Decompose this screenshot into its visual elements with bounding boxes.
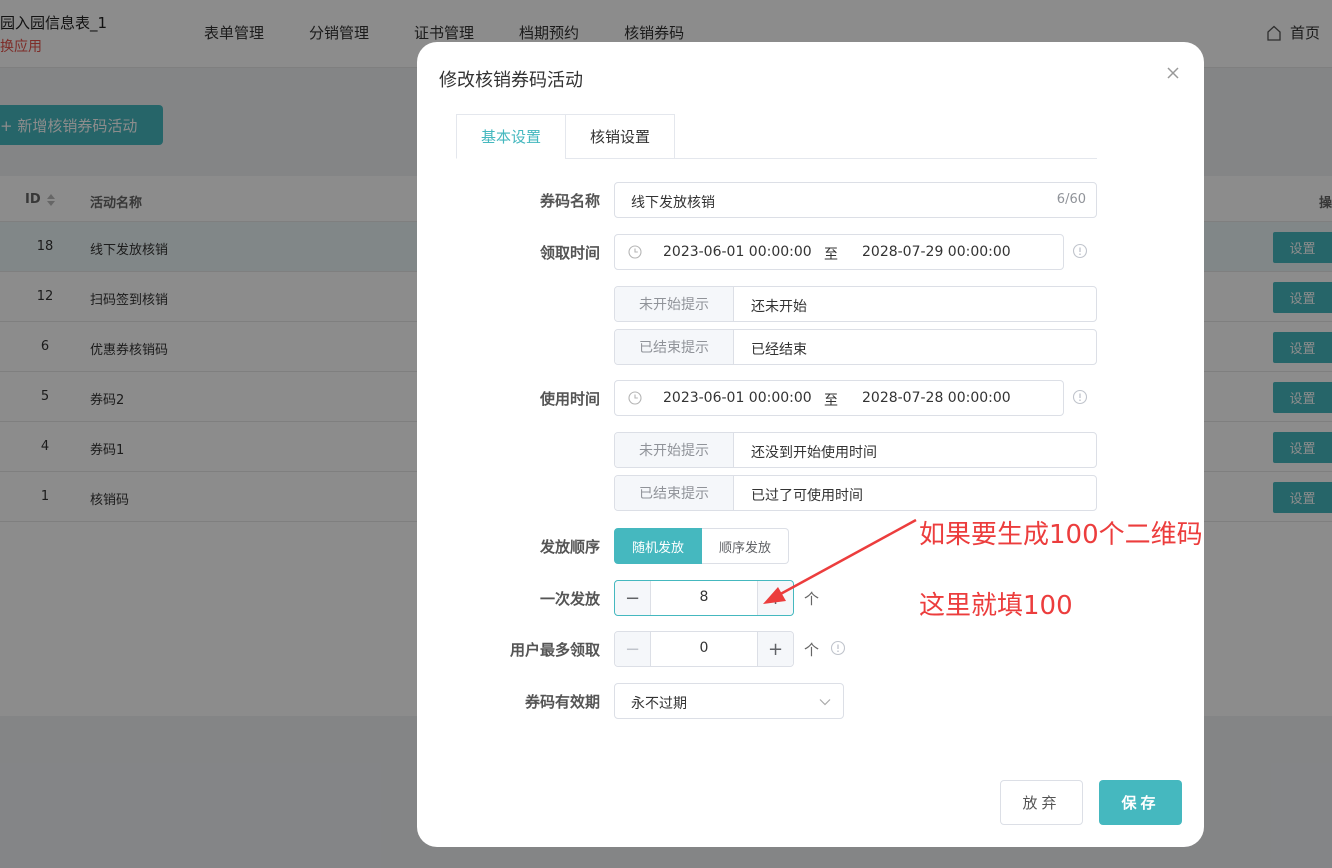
user-max-label: 用户最多领取	[509, 641, 600, 659]
user-max-unit: 个	[804, 641, 820, 659]
close-icon[interactable]	[1164, 64, 1182, 82]
dialog-title: 修改核销券码活动	[439, 70, 583, 91]
code-name-input[interactable]: 线下发放核销 6/60	[614, 182, 1097, 218]
clock-icon	[628, 245, 642, 259]
code-name-value: 线下发放核销	[631, 195, 715, 211]
tab-verification-settings[interactable]: 核销设置	[565, 114, 675, 159]
validity-value: 永不过期	[631, 696, 687, 712]
ended-tip-prefix: 已结束提示	[615, 476, 734, 510]
user-max-value[interactable]: 0	[651, 640, 757, 656]
ended-tip-value: 已过了可使用时间	[751, 488, 863, 504]
per-issue-unit: 个	[804, 590, 820, 608]
info-icon[interactable]	[1072, 389, 1088, 405]
receive-end-time[interactable]: 2028-07-29 00:00:00	[862, 244, 1011, 260]
dialog-tabs: 基本设置 核销设置	[456, 114, 1097, 159]
tab-basic-settings[interactable]: 基本设置	[456, 114, 566, 159]
increase-button[interactable]: +	[757, 581, 793, 615]
annotation-line-2: 这里就填100	[919, 591, 1073, 621]
validity-select[interactable]: 永不过期	[614, 683, 844, 719]
not-started-tip-prefix: 未开始提示	[615, 433, 734, 467]
use-not-started-tip-field[interactable]: 未开始提示 还没到开始使用时间	[614, 432, 1097, 468]
chevron-down-icon	[819, 699, 831, 706]
per-issue-value[interactable]: 8	[651, 589, 757, 605]
use-ended-tip-field[interactable]: 已结束提示 已过了可使用时间	[614, 475, 1097, 511]
not-started-tip-value: 还未开始	[751, 299, 807, 315]
increase-button[interactable]: +	[757, 632, 793, 666]
receive-not-started-tip-field[interactable]: 未开始提示 还未开始	[614, 286, 1097, 322]
info-icon[interactable]	[1072, 243, 1088, 259]
per-issue-stepper[interactable]: − 8 +	[614, 580, 794, 616]
per-issue-label: 一次发放	[539, 590, 600, 608]
ended-tip-value: 已经结束	[751, 342, 807, 358]
not-started-tip-prefix: 未开始提示	[615, 287, 734, 321]
range-separator: 至	[824, 247, 838, 263]
use-end-time[interactable]: 2028-07-28 00:00:00	[862, 390, 1011, 406]
code-name-counter: 6/60	[1056, 192, 1086, 207]
cancel-button[interactable]: 放弃	[1000, 780, 1083, 825]
receive-start-time[interactable]: 2023-06-01 00:00:00	[663, 244, 812, 260]
decrease-button[interactable]: −	[615, 581, 651, 615]
random-issue-option[interactable]: 随机发放	[614, 528, 703, 564]
save-button[interactable]: 保存	[1099, 780, 1182, 825]
decrease-button[interactable]: −	[615, 632, 651, 666]
sequential-issue-option[interactable]: 顺序发放	[702, 528, 790, 564]
info-icon[interactable]	[830, 640, 846, 656]
receive-ended-tip-field[interactable]: 已结束提示 已经结束	[614, 329, 1097, 365]
ended-tip-prefix: 已结束提示	[615, 330, 734, 364]
use-time-range-picker[interactable]: 2023-06-01 00:00:00 至 2028-07-28 00:00:0…	[614, 380, 1064, 416]
issue-order-label: 发放顺序	[539, 538, 600, 556]
use-time-label: 使用时间	[539, 390, 600, 408]
edit-activity-dialog: 修改核销券码活动 基本设置 核销设置 券码名称 线下发放核销 6/60 领取时间…	[417, 42, 1204, 847]
not-started-tip-value: 还没到开始使用时间	[751, 445, 877, 461]
validity-label: 券码有效期	[524, 693, 600, 711]
issue-order-radio-group: 随机发放 顺序发放	[614, 528, 790, 564]
range-separator: 至	[824, 393, 838, 409]
code-name-label: 券码名称	[539, 192, 600, 210]
annotation-line-1: 如果要生成100个二维码	[919, 520, 1203, 550]
receive-time-range-picker[interactable]: 2023-06-01 00:00:00 至 2028-07-29 00:00:0…	[614, 234, 1064, 270]
user-max-stepper[interactable]: − 0 +	[614, 631, 794, 667]
use-start-time[interactable]: 2023-06-01 00:00:00	[663, 390, 812, 406]
receive-time-label: 领取时间	[539, 244, 600, 262]
clock-icon	[628, 391, 642, 405]
